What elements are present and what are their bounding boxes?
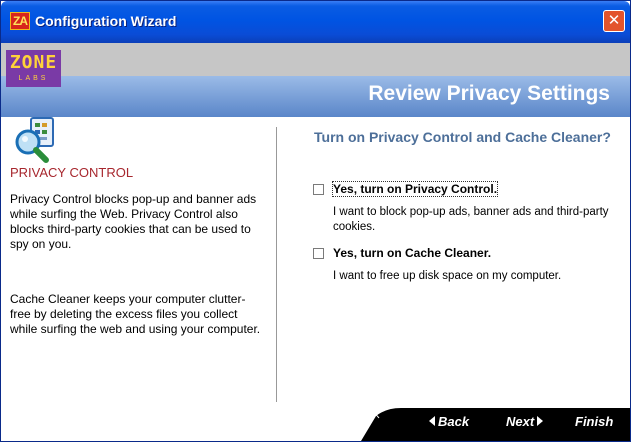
configuration-wizard-window: ZA Configuration Wizard ✕ ZONE LABS Revi… (0, 0, 631, 442)
privacy-control-checkbox-label[interactable]: Yes, turn on Privacy Control. (331, 181, 499, 197)
main-content: PRIVACY CONTROL Privacy Control blocks p… (1, 117, 630, 404)
zone-labs-logo: ZONE LABS (6, 50, 61, 87)
cache-cleaner-checkbox-label[interactable]: Yes, turn on Cache Cleaner. (333, 246, 491, 260)
logo-subtext: LABS (18, 75, 49, 82)
title-bar[interactable]: ZA Configuration Wizard ✕ (1, 1, 630, 43)
settings-question: Turn on Privacy Control and Cache Cleane… (314, 129, 611, 145)
info-panel: PRIVACY CONTROL Privacy Control blocks p… (1, 117, 271, 402)
back-button[interactable]: Back (429, 414, 469, 429)
privacy-control-option-description: I want to block pop-up ads, banner ads a… (333, 206, 609, 233)
options-panel: Turn on Privacy Control and Cache Cleane… (301, 117, 626, 402)
privacy-control-checkbox[interactable] (313, 184, 324, 195)
window-title: Configuration Wizard (35, 13, 177, 29)
cache-cleaner-description: Cache Cleaner keeps your computer clutte… (10, 292, 261, 336)
privacy-control-icon (15, 117, 54, 163)
header-banner: ZONE LABS Review Privacy Settings (1, 43, 630, 117)
wizard-footer: Back Next Finish (1, 402, 630, 441)
next-button-label: Next (506, 414, 535, 429)
close-button[interactable]: ✕ (603, 10, 625, 32)
back-arrow-icon (429, 416, 435, 426)
zonealarm-app-icon: ZA (10, 12, 30, 30)
logo-text: ZONE (9, 52, 58, 73)
next-arrow-icon (537, 416, 544, 426)
page-title: Review Privacy Settings (368, 82, 610, 105)
finish-button[interactable]: Finish (575, 414, 613, 429)
vertical-divider (276, 127, 277, 404)
privacy-control-description: Privacy Control blocks pop-up and banner… (10, 192, 257, 251)
cache-cleaner-checkbox[interactable] (313, 248, 324, 259)
cache-cleaner-option-description: I want to free up disk space on my compu… (333, 270, 562, 282)
next-button[interactable]: Next (506, 414, 544, 429)
privacy-control-heading: PRIVACY CONTROL (10, 165, 134, 180)
back-button-label: Back (438, 414, 470, 429)
